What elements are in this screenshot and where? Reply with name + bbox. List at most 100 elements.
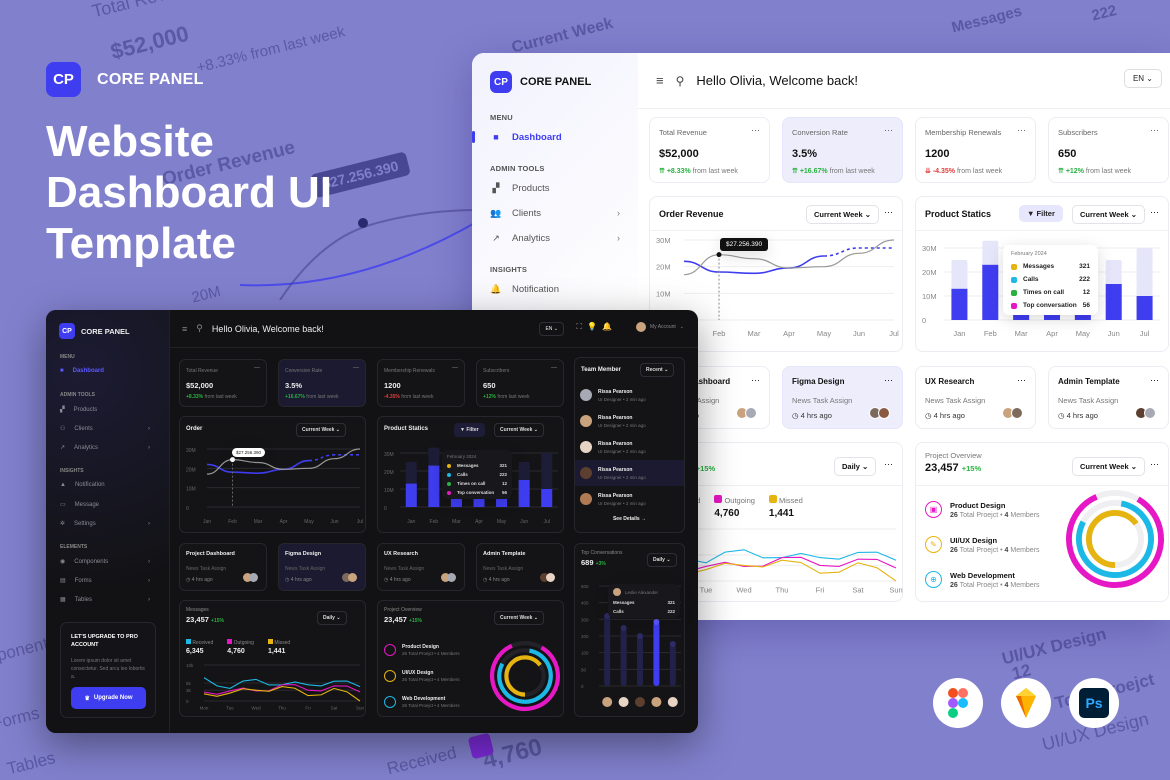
y-tick-label: 10k xyxy=(186,663,194,668)
period-value: Daily xyxy=(323,615,335,621)
sidebar-item-products[interactable]: ▞ Products xyxy=(60,406,150,414)
task-card[interactable]: Admin Template News Task Assign ◷ 4 hrs ag… xyxy=(476,543,564,591)
menu-icon[interactable]: ≡ xyxy=(656,73,664,88)
chart-tooltip: February 2024 Messages 321 Calls 222 Times… xyxy=(1003,245,1098,315)
sidebar-item-forms[interactable]: ▤ Forms › xyxy=(60,577,150,585)
more-icon[interactable]: ··· xyxy=(1017,125,1026,135)
task-card[interactable]: Figma Design ··· News Task Assign ◷ 4 hrs… xyxy=(782,366,903,429)
notification-icon[interactable]: 🔔 xyxy=(602,322,612,331)
project-members-label: Members xyxy=(1010,547,1040,554)
sidebar-item-components[interactable]: ◉ Components › xyxy=(60,558,150,566)
period-value: Daily xyxy=(842,462,860,471)
more-icon[interactable]: ··· xyxy=(884,375,893,385)
team-member[interactable]: Rissa Pearson UI Designer • 2 min ago xyxy=(575,486,684,512)
sidebar-item-clients[interactable]: ⚇ Clients › xyxy=(60,425,150,433)
more-icon[interactable]: — xyxy=(353,365,359,371)
more-icon[interactable]: ··· xyxy=(884,125,893,135)
legend-swatch xyxy=(227,639,233,644)
search-icon[interactable]: ⚲ xyxy=(196,323,203,334)
project-item[interactable]: UI/UX Design 26 Total Proejct • 4 Members xyxy=(384,670,460,682)
more-icon[interactable]: ··· xyxy=(884,207,893,217)
task-card[interactable]: Figma Design News Task Assign ◷ 4 hrs ago xyxy=(278,543,366,591)
menu-icon[interactable]: ≡ xyxy=(182,324,187,334)
more-icon[interactable]: — xyxy=(452,365,458,371)
legend-swatch xyxy=(186,639,191,644)
sidebar-item-analytics[interactable]: ↗ Analytics › xyxy=(60,444,150,452)
filter-button[interactable]: ▼ Filter xyxy=(1019,205,1063,222)
kpi-membership-renewals[interactable]: Membership Renewals — 1200 -4.35% from last… xyxy=(377,359,465,407)
project-item[interactable]: Product Design 26 Total Proejct • 4 Membe… xyxy=(384,644,460,656)
lightbulb-icon[interactable]: 💡 xyxy=(587,322,597,331)
task-card[interactable]: UX Research News Task Assign ◷ 4 hrs ago xyxy=(377,543,465,591)
period-select[interactable]: Current Week ⌄ xyxy=(494,423,545,437)
sidebar-item-products[interactable]: ▞ Products xyxy=(490,182,620,194)
project-item[interactable]: ▣ Product Design 26 Total Proejct • 4 Memb… xyxy=(925,501,1040,519)
sidebar-brand[interactable]: CP CORE PANEL xyxy=(490,71,591,93)
sidebar-item-dashboard[interactable]: ■ Dashboard xyxy=(490,131,620,143)
tooltip-row: Times on call 12 xyxy=(1011,289,1090,296)
kpi-conversion-rate[interactable]: Conversion Rate ··· 3.5% ⇈ +16.67% from l… xyxy=(782,117,903,183)
fullscreen-icon[interactable]: ⛶ xyxy=(576,322,582,332)
kpi-subscribers[interactable]: Subscribers ··· 650 ⇈ +12% from last week xyxy=(1048,117,1169,183)
period-select[interactable]: Daily ⌄ xyxy=(647,553,677,567)
sidebar-item-notification[interactable]: ▲ Notification xyxy=(60,482,150,488)
avatar xyxy=(580,415,592,427)
more-icon[interactable]: ··· xyxy=(1150,125,1159,135)
sidebar-brand[interactable]: CP CORE PANEL xyxy=(59,323,130,339)
member-name: Rissa Pearson xyxy=(598,492,633,499)
period-select[interactable]: Current Week ⌄ xyxy=(494,611,545,625)
avatar xyxy=(878,407,890,419)
kpi-subscribers[interactable]: Subscribers — 650 +12% from last week xyxy=(476,359,564,407)
more-icon[interactable]: ··· xyxy=(1150,207,1159,217)
kpi-total-revenue[interactable]: Total Revenue — $52,000 +8.33% from last we… xyxy=(179,359,267,407)
team-member[interactable]: Rissa Pearson UI Designer • 2 min ago xyxy=(575,460,684,486)
search-icon[interactable]: ⚲ xyxy=(676,74,685,88)
recent-select[interactable]: Recent ⌄ xyxy=(640,363,675,377)
period-select[interactable]: Current Week ⌄ xyxy=(806,205,880,224)
more-icon[interactable]: — xyxy=(551,365,557,371)
see-details-link[interactable]: See Details → xyxy=(575,516,684,522)
period-select[interactable]: Daily ⌄ xyxy=(834,457,877,476)
team-member[interactable]: Rissa Pearson UI Designer • 2 min ago xyxy=(575,382,684,408)
period-select[interactable]: Current Week ⌄ xyxy=(296,423,347,437)
more-icon[interactable]: ··· xyxy=(884,459,893,469)
task-card[interactable]: Project Dashboard News Task Assign ◷ 4 hrs… xyxy=(179,543,267,591)
more-icon[interactable]: ··· xyxy=(1150,459,1159,469)
project-item[interactable]: ⊕ Web Development 26 Total Proejct • 4 Mem… xyxy=(925,571,1040,589)
sidebar-item-analytics[interactable]: ↗ Analytics › xyxy=(490,232,620,244)
team-member[interactable]: Rissa Pearson UI Designer • 2 min ago xyxy=(575,408,684,434)
project-item[interactable]: ✎ UI/UX Design 26 Total Proejct • 4 Member… xyxy=(925,536,1040,554)
upgrade-button[interactable]: ♛ Upgrade Now xyxy=(71,687,146,709)
language-select[interactable]: EN ⌄ xyxy=(539,322,564,336)
more-icon[interactable]: — xyxy=(254,365,260,371)
more-icon[interactable]: ··· xyxy=(751,375,760,385)
more-icon[interactable]: ··· xyxy=(1150,375,1159,385)
sidebar-item-clients[interactable]: 👥 Clients › xyxy=(490,207,620,219)
kpi-total-revenue[interactable]: Total Revenue ··· $52,000 ⇈ +8.33% from l… xyxy=(649,117,770,183)
task-card[interactable]: UX Research ··· News Task Assign ◷ 4 hrs … xyxy=(915,366,1036,429)
sidebar-item-dashboard[interactable]: ■ Dashboard xyxy=(60,368,150,374)
sidebar-item-tables[interactable]: ▦ Tables › xyxy=(60,596,150,604)
more-icon[interactable]: ··· xyxy=(1017,375,1026,385)
task-card[interactable]: Admin Template ··· News Task Assign ◷ 4 h… xyxy=(1048,366,1169,429)
period-select[interactable]: Daily ⌄ xyxy=(317,611,347,625)
photoshop-badge: Ps xyxy=(1069,678,1119,728)
period-select[interactable]: Current Week ⌄ xyxy=(1072,205,1146,224)
y-tick-label: 20M xyxy=(922,268,937,277)
kpi-membership-renewals[interactable]: Membership Renewals ··· 1200 ⇊ -4.35% fro… xyxy=(915,117,1036,183)
grid-icon: ■ xyxy=(493,132,499,142)
sidebar-item-settings[interactable]: ✲ Settings › xyxy=(60,520,150,528)
team-member[interactable]: Rissa Pearson UI Designer • 2 min ago xyxy=(575,434,684,460)
sidebar-item-notification[interactable]: 🔔 Notification xyxy=(490,283,620,295)
language-select[interactable]: EN ⌄ xyxy=(1123,69,1162,88)
project-item[interactable]: Web Development 26 Total Proejct • 4 Memb… xyxy=(384,696,460,708)
task-time: ◷ 4 hrs ago xyxy=(925,411,965,420)
account-menu[interactable]: My Account ⌄ xyxy=(635,322,684,332)
project-stats: 26 Total Proejct • 4 Members xyxy=(402,651,460,656)
filter-button[interactable]: ▼ Filter xyxy=(454,423,485,437)
sidebar-item-message[interactable]: ▭ Message xyxy=(60,501,150,509)
more-icon[interactable]: ··· xyxy=(751,125,760,135)
period-select[interactable]: Current Week ⌄ xyxy=(1072,457,1146,476)
legend-item: Missed 1,441 xyxy=(267,639,290,655)
kpi-conversion-rate[interactable]: Conversion Rate — 3.5% +16.67% from last we… xyxy=(278,359,366,407)
